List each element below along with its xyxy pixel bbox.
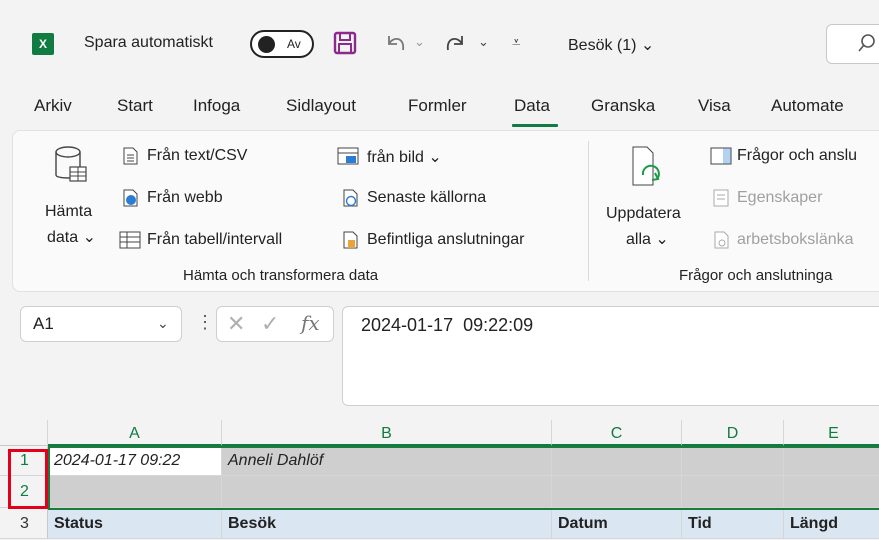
tab-sidlayout[interactable]: Sidlayout bbox=[286, 96, 356, 116]
redo-dropdown-icon[interactable]: ⌄ bbox=[478, 34, 489, 50]
undo-dropdown-icon[interactable]: ⌄ bbox=[414, 34, 425, 50]
row-header-3[interactable]: 3 bbox=[0, 508, 48, 539]
tab-start[interactable]: Start bbox=[117, 96, 153, 116]
autosave-label: Spara automatiskt bbox=[84, 34, 213, 51]
selection-border bbox=[48, 446, 879, 510]
get-data-dropdown[interactable]: data ⌄ bbox=[47, 227, 96, 247]
existing-connections-icon bbox=[343, 231, 358, 249]
from-picture-button[interactable]: från bild ⌄ bbox=[367, 147, 442, 167]
toggle-knob bbox=[258, 36, 275, 53]
get-data-label[interactable]: Hämta bbox=[45, 203, 92, 221]
refresh-all-icon bbox=[632, 146, 660, 186]
from-table-range-button[interactable]: Från tabell/intervall bbox=[147, 231, 282, 249]
properties-icon bbox=[713, 189, 729, 207]
more-options-icon[interactable]: ⋮ bbox=[196, 312, 214, 333]
column-header-d[interactable]: D bbox=[682, 420, 784, 446]
search-icon bbox=[858, 34, 875, 52]
customize-qat-icon[interactable]: ⩡ bbox=[512, 34, 520, 51]
queries-connections-button[interactable]: Frågor och anslu bbox=[737, 147, 857, 165]
cell-c3[interactable]: Datum bbox=[552, 508, 682, 539]
name-box[interactable]: A1 ⌄ bbox=[20, 306, 182, 342]
existing-connections-button[interactable]: Befintliga anslutningar bbox=[367, 231, 524, 249]
group-label-queries: Frågor och anslutninga bbox=[679, 267, 833, 284]
select-all-corner[interactable] bbox=[0, 420, 48, 446]
save-icon[interactable] bbox=[332, 30, 358, 56]
column-header-e[interactable]: E bbox=[784, 420, 879, 446]
search-box[interactable] bbox=[826, 24, 879, 64]
toggle-text: Av bbox=[287, 37, 301, 51]
tab-arkiv[interactable]: Arkiv bbox=[34, 96, 72, 116]
cancel-icon[interactable]: ✕ bbox=[227, 311, 245, 337]
workbook-links-icon bbox=[714, 231, 729, 249]
column-header-c[interactable]: C bbox=[552, 420, 682, 446]
cell-a3[interactable]: Status bbox=[48, 508, 222, 539]
from-text-csv-button[interactable]: Från text/CSV bbox=[147, 147, 247, 165]
formula-controls: ✕ ✓ fx bbox=[216, 306, 334, 342]
ribbon-panel: Hämta data ⌄ Från text/CSV Från webb Frå… bbox=[12, 130, 879, 292]
tab-formler[interactable]: Formler bbox=[408, 96, 467, 116]
group-separator bbox=[588, 141, 589, 281]
tab-automate[interactable]: Automate bbox=[771, 96, 844, 116]
text-file-icon bbox=[123, 147, 138, 165]
column-header-a[interactable]: A bbox=[48, 420, 222, 446]
tab-data[interactable]: Data bbox=[514, 96, 550, 116]
highlight-annotation bbox=[8, 449, 48, 509]
cell-b3[interactable]: Besök bbox=[222, 508, 552, 539]
properties-button[interactable]: Egenskaper bbox=[737, 189, 822, 207]
tab-infoga[interactable]: Infoga bbox=[193, 96, 240, 116]
picture-table-icon bbox=[337, 147, 359, 165]
recent-sources-icon bbox=[343, 189, 358, 207]
refresh-all-label[interactable]: Uppdatera bbox=[606, 205, 681, 223]
undo-icon[interactable] bbox=[383, 30, 409, 56]
chevron-down-icon[interactable]: ⌄ bbox=[157, 315, 169, 332]
queries-connections-icon bbox=[710, 147, 732, 165]
web-icon bbox=[123, 189, 138, 207]
tab-granska[interactable]: Granska bbox=[591, 96, 655, 116]
workbook-links-button[interactable]: arbetsbokslänka bbox=[737, 231, 854, 249]
enter-icon[interactable]: ✓ bbox=[261, 311, 279, 337]
group-label-get-transform: Hämta och transformera data bbox=[183, 267, 379, 284]
ribbon-tabs: Arkiv Start Infoga Sidlayout Formler Dat… bbox=[0, 88, 879, 128]
active-tab-indicator bbox=[512, 124, 558, 127]
recent-sources-button[interactable]: Senaste källorna bbox=[367, 189, 486, 207]
name-box-value: A1 bbox=[33, 314, 54, 333]
autosave-toggle[interactable]: Av bbox=[250, 30, 314, 58]
from-web-button[interactable]: Från webb bbox=[147, 189, 223, 207]
tab-visa[interactable]: Visa bbox=[698, 96, 731, 116]
title-bar: X Spara automatiskt Av ⌄ ⌄ ⩡ Besök (1) ⌄ bbox=[0, 0, 879, 88]
refresh-all-dropdown[interactable]: alla ⌄ bbox=[626, 229, 669, 249]
table-icon bbox=[119, 231, 141, 249]
formula-value: 2024-01-17 09:22:09 bbox=[361, 315, 534, 335]
formula-input[interactable]: 2024-01-17 09:22:09 bbox=[342, 306, 879, 406]
cell-d3[interactable]: Tid bbox=[682, 508, 784, 539]
excel-logo-icon: X bbox=[32, 33, 54, 55]
database-icon bbox=[55, 146, 87, 182]
insert-function-icon[interactable]: fx bbox=[301, 311, 320, 335]
redo-icon[interactable] bbox=[442, 30, 468, 56]
document-title[interactable]: Besök (1) ⌄ bbox=[568, 35, 654, 55]
column-header-b[interactable]: B bbox=[222, 420, 552, 446]
cell-e3[interactable]: Längd bbox=[784, 508, 879, 539]
